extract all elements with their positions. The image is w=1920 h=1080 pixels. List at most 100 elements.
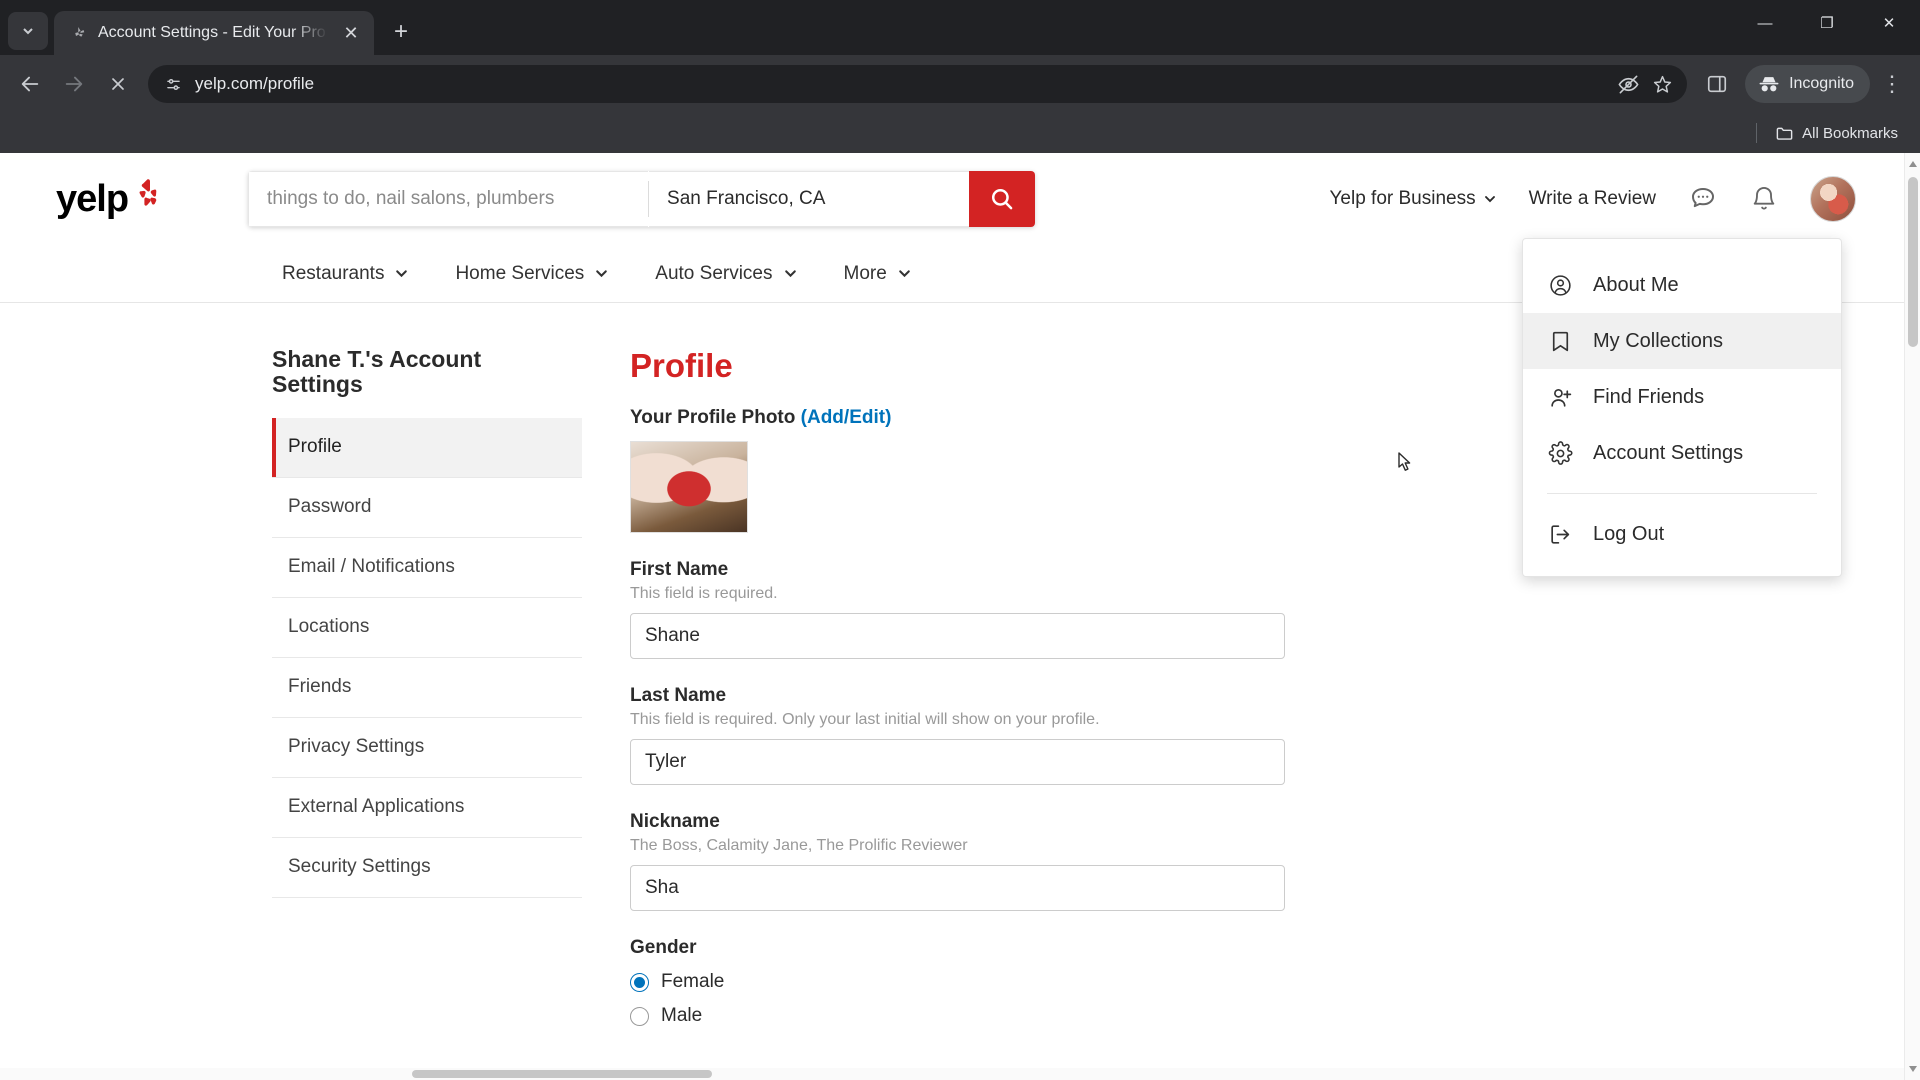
location-input[interactable]: San Francisco, CA	[649, 171, 970, 227]
sidebar-item-privacy-settings[interactable]: Privacy Settings	[272, 718, 582, 778]
notifications-bell-icon[interactable]	[1750, 185, 1778, 213]
menu-label: Find Friends	[1593, 385, 1705, 408]
profile-label: Incognito	[1789, 75, 1854, 92]
bell-icon	[1753, 186, 1775, 210]
nav-item-home-services[interactable]: Home Services	[455, 263, 609, 285]
browser-menu-button[interactable]: ⋮	[1874, 64, 1910, 104]
browser-tab[interactable]: Account Settings - Edit Your Pro ✕	[54, 11, 374, 55]
page-title: Profile	[630, 347, 733, 384]
gender-option-female[interactable]: Female	[630, 971, 1302, 993]
first-name-input[interactable]	[630, 613, 1285, 659]
radio-male[interactable]	[630, 1006, 649, 1026]
sidebar-item-locations[interactable]: Locations	[272, 598, 582, 658]
menu-item-my-collections[interactable]: My Collections	[1523, 313, 1841, 369]
gender-block: Gender Female Male	[630, 937, 1302, 1027]
tab-search-button[interactable]	[8, 12, 48, 50]
menu-item-account-settings[interactable]: Account Settings	[1523, 425, 1841, 481]
all-bookmarks-button[interactable]: All Bookmarks	[1769, 120, 1904, 147]
maximize-button[interactable]: ❐	[1796, 0, 1858, 46]
page-info-icon[interactable]	[164, 75, 183, 94]
chevron-down-icon	[396, 270, 408, 278]
person-plus-icon	[1550, 388, 1571, 407]
menu-item-log-out[interactable]: Log Out	[1523, 506, 1841, 562]
arrow-right-icon	[65, 76, 83, 92]
bookmark-star-icon[interactable]	[1652, 74, 1673, 95]
sidebar-item-external-applications[interactable]: External Applications	[272, 778, 582, 838]
chat-bubble-icon	[1692, 188, 1714, 208]
close-x-icon	[112, 78, 124, 90]
forward-button[interactable]	[54, 64, 94, 104]
side-panel-icon	[1707, 75, 1727, 93]
sidebar-item-profile[interactable]: Profile	[272, 417, 582, 478]
last-name-label: Last Name	[630, 685, 727, 706]
radio-male-label: Male	[661, 1005, 703, 1026]
bookmarks-divider	[1756, 123, 1758, 143]
messages-icon[interactable]	[1688, 184, 1718, 214]
stop-loading-button[interactable]	[98, 64, 138, 104]
profile-photo-thumbnail[interactable]	[630, 441, 748, 533]
last-name-block: Last Name This field is required. Only y…	[630, 685, 1302, 785]
menu-label: My Collections	[1593, 329, 1724, 352]
yelp-favicon	[75, 27, 85, 37]
nav-item-auto-services[interactable]: Auto Services	[655, 263, 797, 285]
add-friend-icon	[1547, 385, 1573, 410]
nickname-block: Nickname The Boss, Calamity Jane, The Pr…	[630, 811, 1302, 911]
search-submit-button[interactable]	[969, 171, 1036, 227]
write-a-review-link[interactable]: Write a Review	[1529, 188, 1656, 210]
nav-label: Restaurants	[282, 262, 385, 284]
minimize-button[interactable]: —	[1734, 0, 1796, 46]
user-dropdown-menu: About Me My Collections Find Friends Acc…	[1522, 238, 1842, 577]
new-tab-button[interactable]: +	[382, 13, 420, 51]
vertical-scroll-thumb[interactable]	[1908, 177, 1918, 347]
nickname-input[interactable]	[630, 865, 1285, 911]
eye-slash-icon[interactable]	[1617, 73, 1640, 96]
close-window-button[interactable]: ✕	[1858, 0, 1920, 46]
nav-item-restaurants[interactable]: Restaurants	[282, 263, 409, 285]
sidebar-item-email-notifications[interactable]: Email / Notifications	[272, 538, 582, 598]
vertical-scrollbar[interactable]	[1904, 153, 1920, 1080]
sidebar-item-security-settings[interactable]: Security Settings	[272, 838, 582, 898]
scroll-up-arrow[interactable]	[1909, 159, 1917, 167]
menu-item-find-friends[interactable]: Find Friends	[1523, 369, 1841, 425]
horizontal-scroll-thumb[interactable]	[412, 1070, 712, 1078]
header-right-group: Yelp for Business Write a Review	[1329, 176, 1856, 222]
menu-item-about-me[interactable]: About Me	[1523, 257, 1841, 313]
add-edit-photo-link[interactable]: (Add/Edit)	[801, 407, 892, 428]
sidebar-item-friends[interactable]: Friends	[272, 658, 582, 718]
search-icon	[992, 188, 1013, 210]
nickname-label: Nickname	[630, 811, 720, 832]
gender-option-male[interactable]: Male	[630, 1005, 1302, 1027]
browser-toolbar: yelp.com/profile Incognito ⋮	[0, 55, 1920, 113]
person-circle-icon	[1549, 274, 1571, 296]
arrow-left-icon	[21, 76, 39, 92]
menu-label: About Me	[1593, 273, 1679, 296]
account-settings-title: Shane T.'s Account Settings	[272, 346, 482, 398]
nav-label: More	[843, 262, 887, 284]
sidebar-item-password[interactable]: Password	[272, 478, 582, 538]
menu-label: Account Settings	[1593, 441, 1744, 464]
tab-title: Account Settings - Edit Your Pro	[98, 24, 326, 41]
settings-gear-icon	[1548, 440, 1573, 465]
yelp-for-business-link[interactable]: Yelp for Business	[1329, 188, 1496, 210]
horizontal-scrollbar[interactable]	[0, 1068, 1904, 1080]
search-bar: things to do, nail salons, plumbers San …	[248, 171, 1036, 227]
search-input[interactable]: things to do, nail salons, plumbers	[248, 171, 649, 227]
yelp-burst-icon	[139, 179, 157, 206]
side-panel-button[interactable]	[1697, 64, 1737, 104]
nav-item-more[interactable]: More	[844, 263, 912, 285]
chevron-down-icon	[23, 28, 33, 35]
user-avatar[interactable]	[1810, 176, 1856, 222]
back-button[interactable]	[10, 64, 50, 104]
bookmark-icon	[1547, 329, 1573, 354]
tab-close-button[interactable]: ✕	[338, 20, 364, 46]
scroll-down-arrow[interactable]	[1909, 1066, 1917, 1074]
radio-female[interactable]	[630, 972, 649, 992]
sign-out-icon	[1550, 524, 1569, 544]
nickname-help: The Boss, Calamity Jane, The Prolific Re…	[630, 837, 968, 854]
address-bar[interactable]: yelp.com/profile	[148, 65, 1688, 103]
yelp-logo[interactable]: yelp	[56, 178, 166, 221]
incognito-profile-button[interactable]: Incognito	[1745, 65, 1870, 103]
star-icon	[1653, 75, 1672, 93]
chevron-down-icon	[899, 270, 910, 278]
last-name-input[interactable]	[630, 739, 1285, 785]
